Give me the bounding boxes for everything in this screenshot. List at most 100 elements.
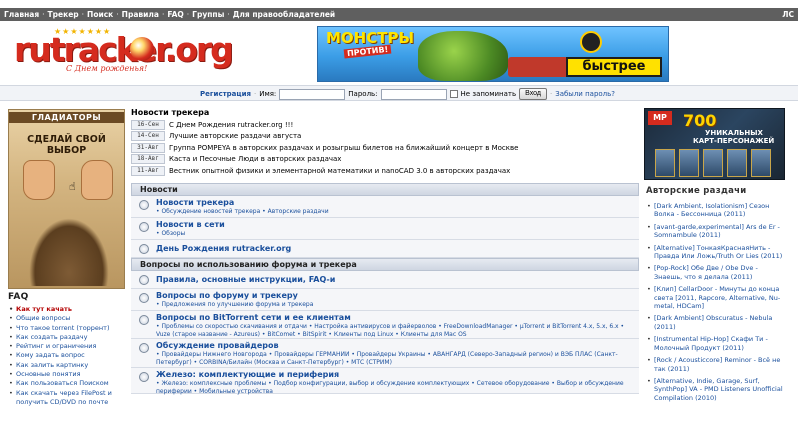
- nav-copyright-holders[interactable]: Для правообладателей: [233, 10, 335, 19]
- forum-title[interactable]: Вопросы по BitTorrent сети и ее клиентам: [156, 311, 639, 323]
- nav-faq[interactable]: FAQ: [167, 10, 183, 19]
- ad-right-line2: КАРТ-ПЕРСОНАЖЕЙ: [693, 137, 775, 145]
- remember-label: Не запоминать: [460, 90, 517, 98]
- news-item: 14-Сен Лучшие авторские раздачи августа: [131, 131, 639, 143]
- character-card-icon: [727, 149, 747, 177]
- banner-title: МОНСТРЫ: [326, 29, 415, 47]
- release-link[interactable]: [Alternative] ТонкаяКраснаяНить - Правда…: [646, 244, 786, 261]
- forum-subforums[interactable]: • Железо: комплексные проблемы • Подбор …: [156, 380, 639, 396]
- forum-subforums[interactable]: • Обзоры: [156, 230, 639, 238]
- news-link[interactable]: Лучшие авторские раздачи августа: [169, 132, 301, 140]
- hand-cursor-icon: ☝: [69, 180, 76, 193]
- logo-brand: rutracker.org: [14, 30, 234, 69]
- forum-title[interactable]: День Рождения rutracker.org: [156, 240, 639, 254]
- banner-cta: быстрее: [566, 57, 662, 77]
- username-label: Имя:: [259, 90, 277, 98]
- faq-item[interactable]: Рейтинг и ограничения: [8, 342, 128, 352]
- news-item: 31-Авг Группа POMPEYA в авторских раздач…: [131, 142, 639, 154]
- news-title: Новости трекера: [131, 108, 210, 117]
- faq-item[interactable]: Что такое torrent (торрент): [8, 324, 128, 334]
- right-advertisement-banner[interactable]: MP 700 УНИКАЛЬНЫХ КАРТ-ПЕРСОНАЖЕЙ: [644, 108, 785, 180]
- forum-row[interactable]: Вопросы по форуму и трекеру • Предложени…: [131, 289, 639, 311]
- forum-row[interactable]: Обсуждение провайдеров • Провайдеры Нижн…: [131, 339, 639, 368]
- news-date: 31-Авг: [131, 142, 165, 153]
- nav-tracker[interactable]: Трекер: [48, 10, 79, 19]
- register-link[interactable]: Регистрация: [200, 87, 251, 101]
- forum-index: Новости Новости трекера • Обсуждение нов…: [131, 183, 639, 396]
- faq-item[interactable]: Основные понятия: [8, 370, 128, 380]
- section-header-news[interactable]: Новости: [131, 183, 639, 196]
- faq-item[interactable]: Общие вопросы: [8, 314, 128, 324]
- login-button[interactable]: Вход: [519, 88, 547, 100]
- forum-folder-icon: [139, 315, 149, 325]
- radiation-icon: [580, 31, 602, 53]
- faq-item[interactable]: Как залить картинку: [8, 361, 128, 371]
- forum-row[interactable]: Железо: комплектующие и периферия • Желе…: [131, 368, 639, 396]
- faq-item[interactable]: Как скачать через FilePost и получить CD…: [8, 389, 128, 408]
- release-link[interactable]: [Rock / Acousticcore] Reminor - Всё не т…: [646, 356, 786, 373]
- forum-row[interactable]: Правила, основные инструкции, FAQ-и: [131, 271, 639, 289]
- faq-item[interactable]: Как пользоваться Поиском: [8, 379, 128, 389]
- news-date: 16-Сен: [131, 119, 165, 130]
- nav-groups[interactable]: Группы: [192, 10, 224, 19]
- ad-right-line1: УНИКАЛЬНЫХ: [705, 129, 763, 137]
- forum-folder-icon: [139, 275, 149, 285]
- password-input[interactable]: [380, 88, 447, 100]
- forum-row[interactable]: Вопросы по BitTorrent сети и ее клиентам…: [131, 311, 639, 339]
- forum-subforums[interactable]: • Предложения по улучшению форума и трек…: [156, 301, 639, 309]
- news-item: 18-Авг Каста и Песочные Люди в авторских…: [131, 154, 639, 166]
- thumbs-up-icon: [23, 160, 55, 200]
- logo-slogan: С Днем рожденья!: [66, 64, 148, 73]
- forum-title[interactable]: Новости в сети: [156, 218, 639, 230]
- forum-title[interactable]: Обсуждение провайдеров: [156, 339, 639, 351]
- forum-row[interactable]: День Рождения rutracker.org: [131, 240, 639, 258]
- release-link[interactable]: [Клип] CellarDoor - Минуты до конца свет…: [646, 285, 786, 310]
- nav-rules[interactable]: Правила: [122, 10, 159, 19]
- tracker-news: Новости трекера 16-Сен С Днем Рождения r…: [131, 108, 639, 177]
- release-link[interactable]: [avant-garde,experimental] Ars de Er - S…: [646, 223, 786, 240]
- forum-title[interactable]: Новости трекера: [156, 196, 639, 208]
- faq-title: FAQ: [8, 292, 29, 302]
- news-link[interactable]: Каста и Песочные Люди в авторских раздач…: [169, 155, 341, 163]
- faq-item[interactable]: Как создать раздачу: [8, 333, 128, 343]
- faq-item[interactable]: Как тут качать: [8, 305, 128, 315]
- faq-block: FAQ Как тут качать Общие вопросы Что так…: [8, 292, 128, 407]
- forum-folder-icon: [139, 200, 149, 210]
- site-logo[interactable]: ★★★★★★★ rutracker.org С Днем рожденья!: [14, 27, 234, 77]
- nav-private-messages[interactable]: ЛС: [782, 8, 794, 21]
- section-header-usage-questions[interactable]: Вопросы по использованию форума и трекер…: [131, 258, 639, 271]
- release-link[interactable]: [Dark Ambient, Isolationism] Сезон Волка…: [646, 202, 786, 219]
- top-navigation-bar: Главная · Трекер · Поиск · Правила · FAQ · Группы ·…: [0, 8, 798, 21]
- nav-search[interactable]: Поиск: [87, 10, 113, 19]
- forgot-password-link[interactable]: Забыли пароль?: [555, 87, 615, 101]
- forum-folder-icon: [139, 244, 149, 254]
- release-link[interactable]: [Pop-Rock] Обе Две / Obe Dve - Знаешь, ч…: [646, 264, 786, 281]
- forum-title[interactable]: Вопросы по форуму и трекеру: [156, 289, 639, 301]
- remember-checkbox[interactable]: [449, 90, 458, 98]
- release-link[interactable]: [Dark Ambient] Obscuratus - Nebula (2011…: [646, 314, 786, 331]
- news-link[interactable]: Группа POMPEYA в авторских раздачах и ро…: [169, 144, 518, 152]
- news-link[interactable]: Вестник опытной физики и элементарной ма…: [169, 167, 510, 175]
- forum-row[interactable]: Новости в сети • Обзоры: [131, 218, 639, 240]
- forum-subforums[interactable]: • Обсуждение новостей трекера • Авторски…: [156, 208, 639, 216]
- character-card-icon: [703, 149, 723, 177]
- release-link[interactable]: [Instrumental Hip-Hop] Скафи Ти - Молочн…: [646, 335, 786, 352]
- forum-title[interactable]: Железо: комплектующие и периферия: [156, 368, 639, 380]
- gladiator-image: [29, 218, 109, 286]
- character-card-icon: [655, 149, 675, 177]
- forum-title[interactable]: Правила, основные инструкции, FAQ-и: [156, 271, 639, 285]
- release-link[interactable]: [Alternative, Indie, Garage, Surf, Synth…: [646, 377, 786, 402]
- left-advertisement-banner[interactable]: ГЛАДИАТОРЫ СДЕЛАЙ СВОЙ ВЫБОР ☝: [8, 109, 125, 289]
- character-card-icon: [751, 149, 771, 177]
- forum-subforums[interactable]: • Провайдеры Нижнего Новгорода • Провайд…: [156, 351, 639, 367]
- nav-home[interactable]: Главная: [4, 10, 39, 19]
- ad-right-number: 700: [683, 111, 717, 130]
- news-link[interactable]: С Днем Рождения rutracker.org !!!: [169, 121, 293, 129]
- faq-item[interactable]: Кому задать вопрос: [8, 351, 128, 361]
- news-date: 11-Авг: [131, 165, 165, 176]
- forum-row[interactable]: Новости трекера • Обсуждение новостей тр…: [131, 196, 639, 218]
- top-advertisement-banner[interactable]: МОНСТРЫ ПРОТИВ! быстрее: [317, 26, 669, 82]
- username-input[interactable]: [279, 88, 346, 100]
- forum-subforums[interactable]: • Проблемы со скоростью скачивания и отд…: [156, 323, 639, 339]
- author-releases: Авторские раздачи [Dark Ambient, Isolati…: [646, 186, 786, 406]
